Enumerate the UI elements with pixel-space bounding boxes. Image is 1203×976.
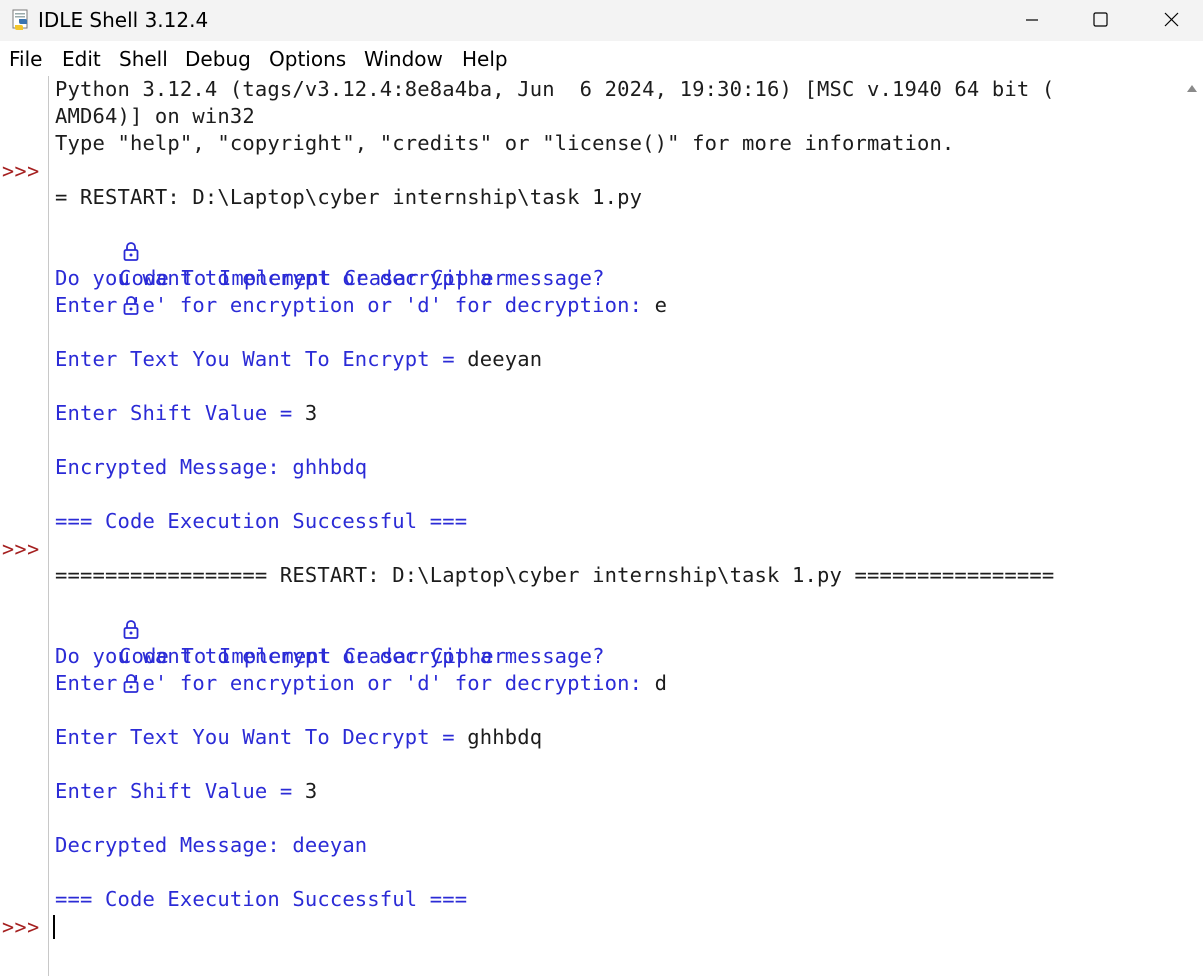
choice-line: Enter 'e' for encryption or 'd' for decr… bbox=[55, 670, 667, 697]
gutter-divider bbox=[48, 76, 49, 976]
user-input: deeyan bbox=[467, 347, 543, 371]
shell-prompt: >>> bbox=[2, 159, 40, 183]
choice-prompt: Enter 'e' for encryption or 'd' for decr… bbox=[55, 293, 655, 317]
user-input: 3 bbox=[304, 779, 318, 803]
heading-line: Code To Implement Ceasar Cipher bbox=[69, 589, 506, 693]
lock-icon bbox=[123, 620, 139, 639]
restart-line: ================= RESTART: D:\Laptop\cyb… bbox=[55, 563, 1055, 587]
user-input: 3 bbox=[304, 401, 318, 425]
banner-line: Python 3.12.4 (tags/v3.12.4:8e8a4ba, Jun… bbox=[55, 77, 1055, 101]
encrypt-input-line: Enter Text You Want To Encrypt = deeyan bbox=[55, 346, 542, 373]
menu-edit[interactable]: Edit bbox=[62, 47, 101, 71]
decrypt-input-line: Enter Text You Want To Decrypt = ghhbdq bbox=[55, 724, 542, 751]
maximize-icon bbox=[1093, 12, 1108, 27]
maximize-button[interactable] bbox=[1065, 0, 1135, 41]
shell-prompt: >>> bbox=[2, 915, 40, 939]
text-cursor bbox=[53, 915, 55, 939]
shell-output[interactable]: Python 3.12.4 (tags/v3.12.4:8e8a4ba, Jun… bbox=[55, 76, 1177, 976]
shift-line: Enter Shift Value = 3 bbox=[55, 778, 317, 805]
menu-options[interactable]: Options bbox=[269, 47, 346, 71]
choice-prompt: Enter 'e' for encryption or 'd' for decr… bbox=[55, 671, 655, 695]
restart-line: = RESTART: D:\Laptop\cyber internship\ta… bbox=[55, 185, 643, 209]
menu-bar: File Edit Shell Debug Options Window Hel… bbox=[0, 41, 1203, 76]
question-line: Do you want to encrypt or decrypt a mess… bbox=[55, 266, 605, 290]
menu-window[interactable]: Window bbox=[364, 47, 443, 71]
user-input: e bbox=[654, 293, 668, 317]
lock-icon bbox=[123, 242, 139, 261]
menu-debug[interactable]: Debug bbox=[185, 47, 251, 71]
python-idle-icon bbox=[12, 9, 28, 30]
shift-prompt: Enter Shift Value = bbox=[55, 779, 305, 803]
prompt-gutter bbox=[0, 76, 48, 976]
banner-line: Type "help", "copyright", "credits" or "… bbox=[55, 131, 955, 155]
user-input: d bbox=[654, 671, 668, 695]
success-line: === Code Execution Successful === bbox=[55, 887, 468, 911]
banner-line: AMD64)] on win32 bbox=[55, 104, 255, 128]
decrypt-prompt: Enter Text You Want To Decrypt = bbox=[55, 725, 468, 749]
menu-file[interactable]: File bbox=[9, 47, 42, 71]
menu-shell[interactable]: Shell bbox=[119, 47, 168, 71]
question-line: Do you want to encrypt or decrypt a mess… bbox=[55, 644, 605, 668]
scroll-up-arrow-icon[interactable] bbox=[1186, 84, 1198, 94]
choice-line: Enter 'e' for encryption or 'd' for decr… bbox=[55, 292, 667, 319]
success-line: === Code Execution Successful === bbox=[55, 509, 468, 533]
encrypted-result: Encrypted Message: ghhbdq bbox=[55, 455, 368, 479]
user-input: ghhbdq bbox=[467, 725, 543, 749]
minimize-icon bbox=[1026, 19, 1038, 21]
title-bar: IDLE Shell 3.12.4 bbox=[0, 0, 1203, 41]
close-icon bbox=[1164, 12, 1179, 27]
shift-prompt: Enter Shift Value = bbox=[55, 401, 305, 425]
shift-line: Enter Shift Value = 3 bbox=[55, 400, 317, 427]
close-button[interactable] bbox=[1135, 0, 1203, 41]
decrypted-result: Decrypted Message: deeyan bbox=[55, 833, 368, 857]
menu-help[interactable]: Help bbox=[462, 47, 508, 71]
minimize-button[interactable] bbox=[996, 0, 1066, 41]
window-title: IDLE Shell 3.12.4 bbox=[38, 8, 209, 32]
heading-line: Code To Implement Ceasar Cipher bbox=[69, 211, 506, 315]
vertical-scrollbar[interactable] bbox=[1180, 76, 1203, 976]
shell-prompt: >>> bbox=[2, 537, 40, 561]
encrypt-prompt: Enter Text You Want To Encrypt = bbox=[55, 347, 468, 371]
